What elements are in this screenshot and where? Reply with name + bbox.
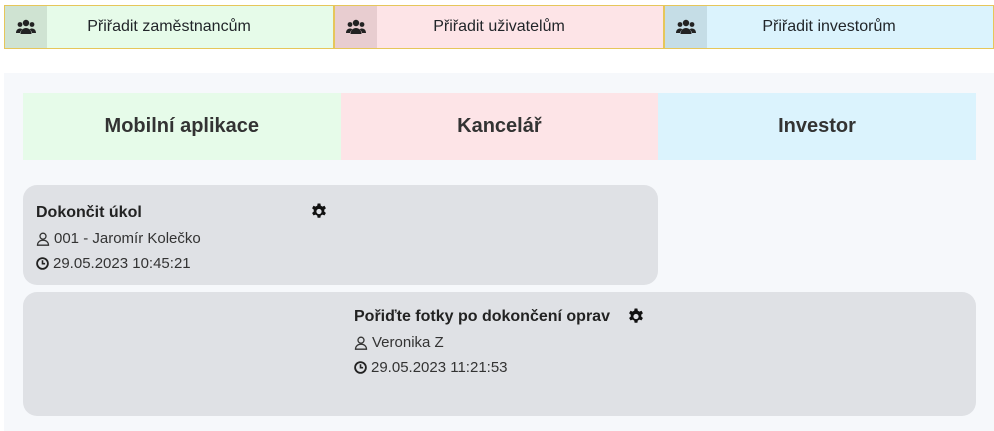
users-icon — [335, 6, 377, 48]
task-datetime-value: 29.05.2023 10:45:21 — [53, 255, 191, 272]
task-card-body: Dokončit úkol 001 - Jaromír Kolečko 29.0… — [36, 200, 326, 276]
task-card[interactable]: Dokončit úkol 001 - Jaromír Kolečko 29.0… — [23, 185, 658, 285]
task-card-body: Pořiďte fotky po dokončení oprav Veronik… — [354, 304, 644, 380]
board-column-headers: Mobilní aplikace Kancelář Investor — [23, 93, 976, 160]
task-assignee-name: Veronika Z — [372, 334, 444, 351]
user-outline-icon — [354, 336, 368, 350]
users-icon — [665, 6, 707, 48]
task-datetime-value: 29.05.2023 11:21:53 — [371, 359, 508, 376]
task-assignee-name: 001 - Jaromír Kolečko — [54, 230, 201, 247]
user-outline-icon — [36, 232, 50, 246]
assign-employees-button[interactable]: Přiřadit zaměstnancům — [4, 5, 334, 49]
assign-users-button[interactable]: Přiřadit uživatelům — [334, 5, 664, 49]
task-title: Dokončit úkol — [36, 204, 142, 221]
clock-icon — [354, 361, 367, 374]
users-icon — [5, 6, 47, 48]
assign-investors-label: Přiřadit investorům — [762, 18, 896, 35]
column-investor: Investor — [658, 93, 976, 160]
column-mobile-app: Mobilní aplikace — [23, 93, 341, 160]
gear-icon[interactable] — [626, 307, 646, 327]
assign-investors-button[interactable]: Přiřadit investorům — [664, 5, 994, 49]
clock-icon — [36, 257, 49, 270]
assign-employees-label: Přiřadit zaměstnancům — [87, 18, 251, 35]
gear-icon[interactable] — [309, 202, 329, 222]
column-office: Kancelář — [340, 93, 659, 160]
assign-toolbar: Přiřadit zaměstnancům Přiřadit uživatelů… — [4, 5, 994, 49]
task-title: Pořiďte fotky po dokončení oprav — [354, 308, 610, 325]
task-datetime: 29.05.2023 11:21:53 — [354, 355, 644, 380]
task-assignee: Veronika Z — [354, 330, 644, 355]
task-board: Mobilní aplikace Kancelář Investor Dokon… — [4, 73, 994, 431]
task-assignee: 001 - Jaromír Kolečko — [36, 226, 326, 251]
task-datetime: 29.05.2023 10:45:21 — [36, 251, 326, 276]
assign-users-label: Přiřadit uživatelům — [433, 18, 565, 35]
task-card[interactable]: Pořiďte fotky po dokončení oprav Veronik… — [23, 292, 976, 416]
